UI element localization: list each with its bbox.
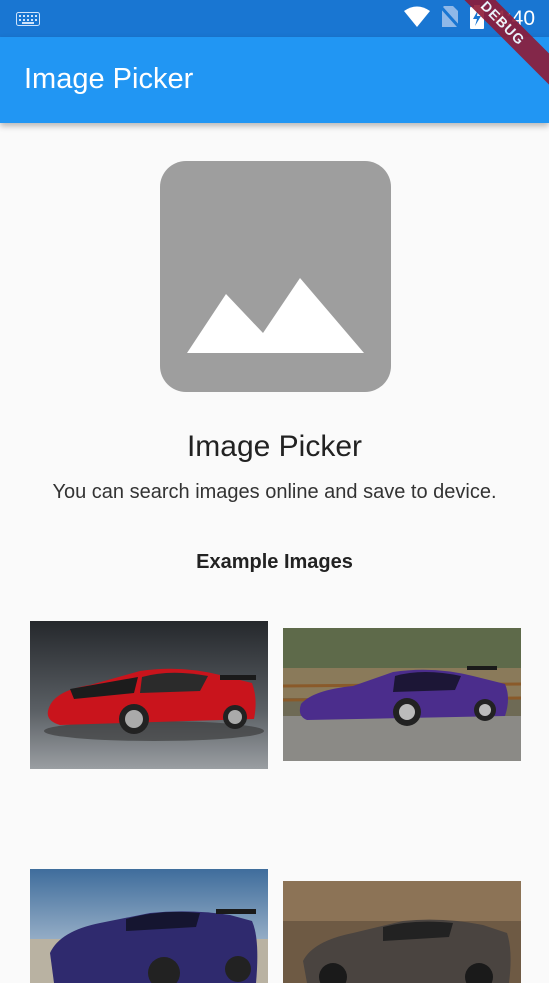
app-bar-title: Image Picker <box>24 63 194 95</box>
bronze-sports-car-image[interactable] <box>283 881 521 983</box>
wifi-icon <box>404 6 431 33</box>
no-sim-icon <box>440 5 461 34</box>
page-title: Image Picker <box>186 430 363 463</box>
page-subtitle: You can search images online and save to… <box>52 481 497 503</box>
image-placeholder-icon[interactable] <box>160 161 391 392</box>
status-bar: 4:40 <box>0 0 549 37</box>
purple-sports-car-image[interactable] <box>283 628 521 761</box>
keyboard-icon <box>16 12 40 31</box>
app-bar: Image Picker <box>0 37 549 123</box>
red-sports-car-image[interactable] <box>30 621 268 769</box>
examples-heading: Example Images <box>196 551 353 573</box>
blue-skyline-car-image[interactable] <box>30 869 268 983</box>
